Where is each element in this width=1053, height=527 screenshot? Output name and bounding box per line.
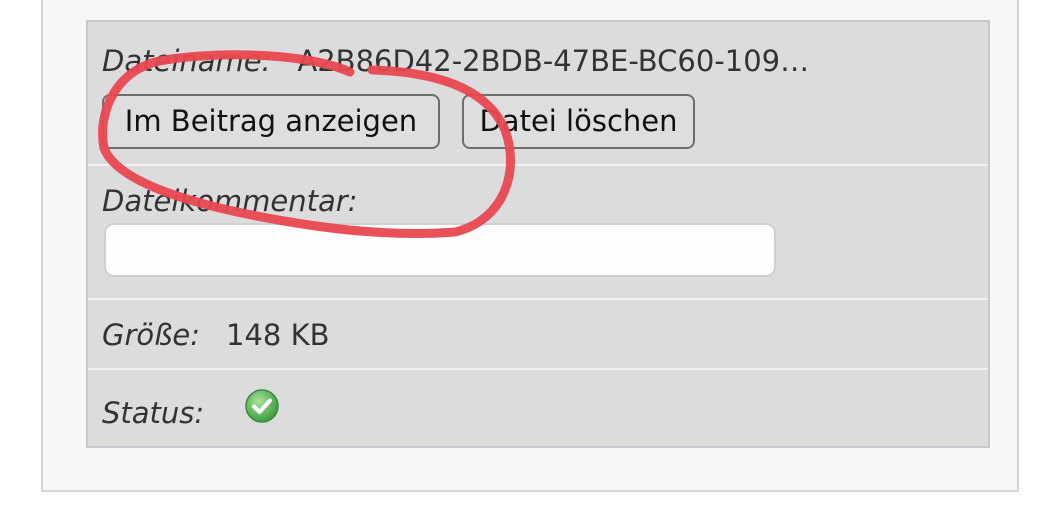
check-circle-icon [245,389,279,423]
filename-label: Dateiname: [102,44,272,78]
delete-file-button[interactable]: Datei löschen [462,94,695,149]
comment-row: Dateikommentar: [88,164,988,300]
attachment-box: Dateiname: A2B86D42-2BDB-47BE-BC60-109… I… [86,20,990,448]
comment-label: Dateikommentar: [102,184,358,218]
size-label: Größe: [102,318,201,352]
status-label: Status: [102,396,205,430]
show-in-post-button[interactable]: Im Beitrag anzeigen [102,94,440,149]
size-line: Größe: 148 KB [102,318,330,352]
filename-value: A2B86D42-2BDB-47BE-BC60-109… [297,44,810,78]
filename-line: Dateiname: A2B86D42-2BDB-47BE-BC60-109… [102,44,809,78]
status-row: Status: [88,368,988,448]
comment-input[interactable] [104,223,776,277]
filename-row: Dateiname: A2B86D42-2BDB-47BE-BC60-109… I… [88,22,988,164]
size-value: 148 KB [226,318,330,352]
size-row: Größe: 148 KB [88,298,988,370]
